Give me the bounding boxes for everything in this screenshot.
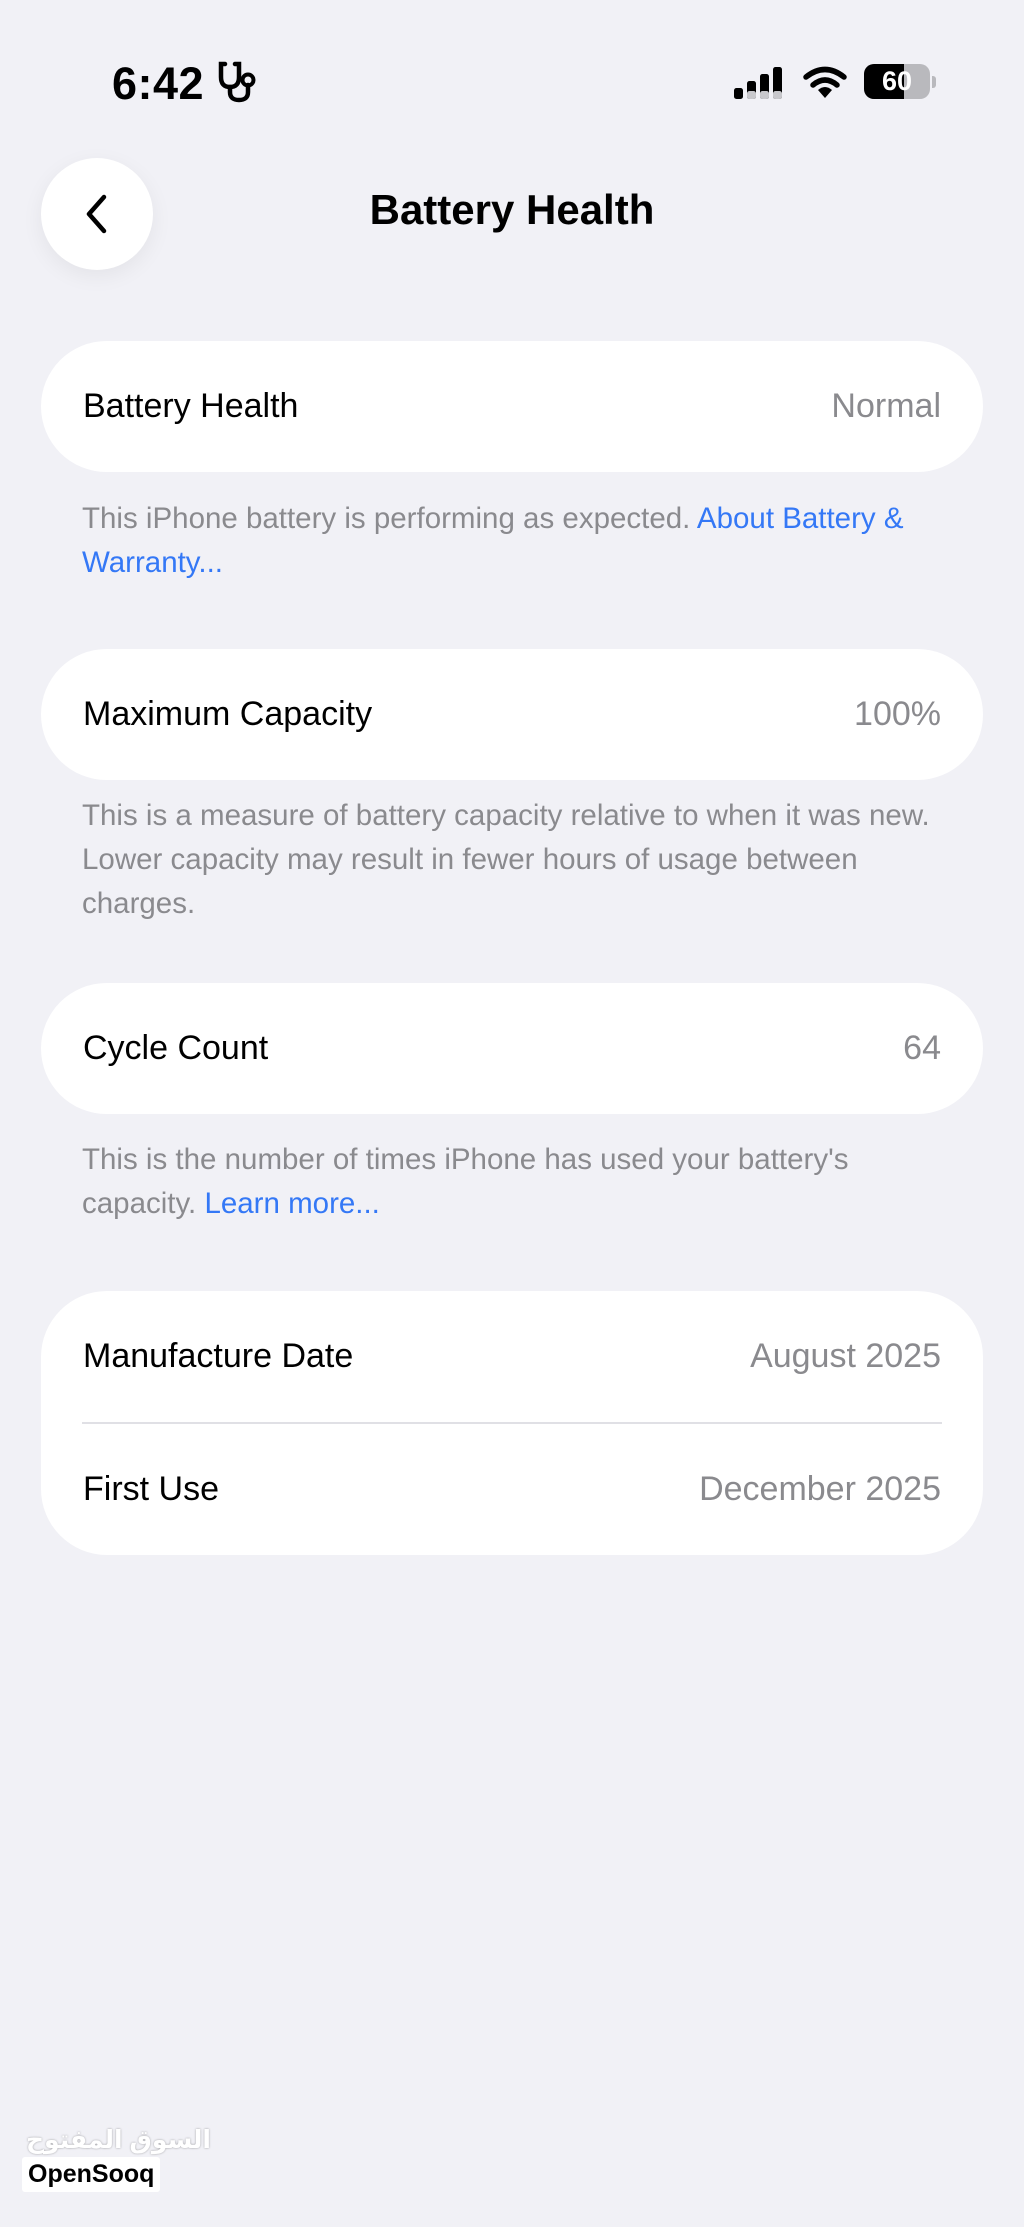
cellular-signal-icon xyxy=(734,67,782,99)
battery-health-description: This iPhone battery is performing as exp… xyxy=(82,502,691,535)
cycle-count-row: Cycle Count 64 xyxy=(41,983,983,1114)
cycle-count-footnote: This is the number of times iPhone has u… xyxy=(82,1138,962,1226)
first-use-value: December 2025 xyxy=(699,1470,941,1508)
maximum-capacity-row: Maximum Capacity 100% xyxy=(41,649,983,780)
battery-health-screen: 6:42 60 Battery Health Battery Health No… xyxy=(0,0,1024,2227)
battery-health-card: Battery Health Normal xyxy=(41,341,983,472)
battery-health-row: Battery Health Normal xyxy=(41,341,983,472)
battery-health-label: Battery Health xyxy=(83,387,299,425)
watermark-arabic: السوق المفتوح xyxy=(26,2126,211,2154)
maximum-capacity-value: 100% xyxy=(854,695,941,733)
manufacture-date-value: August 2025 xyxy=(750,1337,941,1375)
dates-card: Manufacture Date August 2025 First Use D… xyxy=(41,1291,983,1555)
learn-more-link[interactable]: Learn more... xyxy=(204,1187,379,1220)
battery-nub xyxy=(932,76,936,88)
watermark-latin: OpenSooq xyxy=(22,2157,161,2192)
first-use-row: First Use December 2025 xyxy=(41,1424,983,1555)
status-time: 6:42 xyxy=(112,58,205,109)
cycle-count-card: Cycle Count 64 xyxy=(41,983,983,1114)
maximum-capacity-label: Maximum Capacity xyxy=(83,695,373,733)
maximum-capacity-footnote: This is a measure of battery capacity re… xyxy=(82,799,930,920)
opensooq-watermark: السوق المفتوح OpenSooq xyxy=(22,2125,211,2192)
page-title: Battery Health xyxy=(369,186,655,233)
wifi-icon xyxy=(803,66,847,98)
cycle-count-value: 64 xyxy=(903,1029,941,1067)
manufacture-date-row: Manufacture Date August 2025 xyxy=(41,1291,983,1422)
battery-health-value: Normal xyxy=(831,387,941,425)
first-use-label: First Use xyxy=(83,1470,219,1508)
cycle-count-description: This is the number of times iPhone has u… xyxy=(82,1143,849,1220)
battery-icon: 60 xyxy=(864,64,930,99)
stethoscope-icon xyxy=(218,61,256,103)
battery-level: 60 xyxy=(881,66,913,96)
cycle-count-label: Cycle Count xyxy=(83,1029,269,1067)
status-bar: 6:42 60 xyxy=(0,0,1024,120)
battery-health-footnote: This iPhone battery is performing as exp… xyxy=(82,497,962,585)
maximum-capacity-card: Maximum Capacity 100% xyxy=(41,649,983,780)
manufacture-date-label: Manufacture Date xyxy=(83,1337,354,1375)
